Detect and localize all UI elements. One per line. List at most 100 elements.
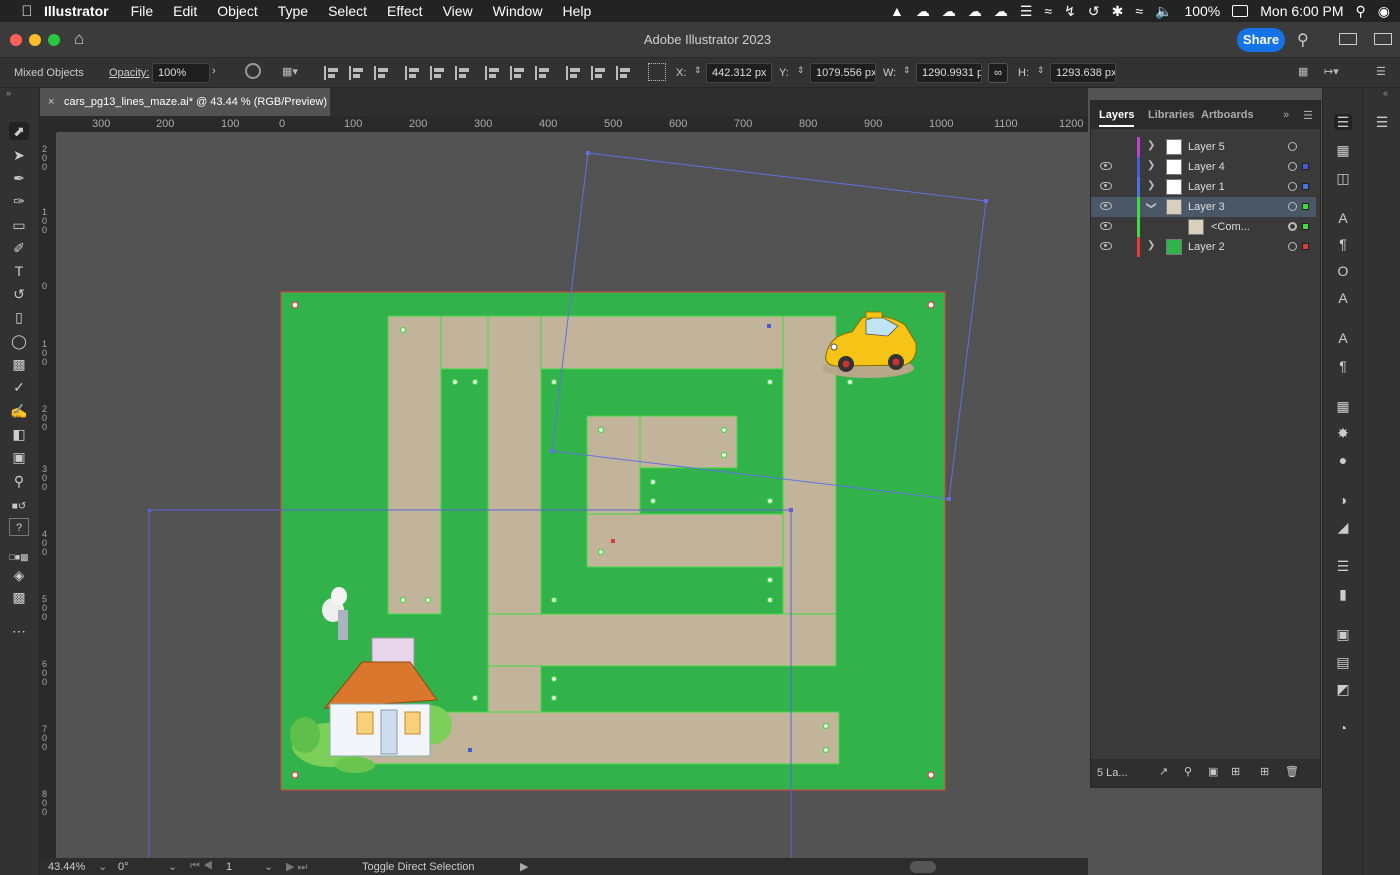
menu-object[interactable]: Object bbox=[217, 3, 257, 19]
w-field[interactable]: 1290.9931 p bbox=[916, 63, 982, 83]
maze-path-segment[interactable] bbox=[387, 315, 837, 370]
recolor-icon[interactable] bbox=[245, 63, 261, 79]
layer-name[interactable]: Layer 5 bbox=[1188, 141, 1225, 153]
time-machine-icon[interactable]: ↺ bbox=[1088, 3, 1100, 20]
document-tab[interactable]: × cars_pg13_lines_maze.ai* @ 43.44 % (RG… bbox=[40, 88, 330, 116]
layer-row[interactable]: ❯ Layer 5 bbox=[1091, 137, 1316, 157]
tab-artboards[interactable]: Artboards bbox=[1201, 109, 1254, 121]
canvas[interactable] bbox=[57, 133, 1088, 858]
target-circle-icon[interactable] bbox=[1288, 242, 1297, 251]
align-vertical-center-icon[interactable] bbox=[430, 66, 446, 80]
appearance-icon[interactable]: ◔ bbox=[1334, 720, 1352, 736]
align-top-icon[interactable] bbox=[405, 66, 421, 80]
maze-path-segment[interactable] bbox=[586, 513, 784, 568]
type-tool-icon[interactable]: T bbox=[9, 262, 29, 280]
visibility-eye-icon[interactable] bbox=[1100, 242, 1112, 250]
distribute-center-icon[interactable] bbox=[510, 66, 526, 80]
x-field[interactable]: 442.312 px bbox=[706, 63, 772, 83]
menu-edit[interactable]: Edit bbox=[173, 3, 197, 19]
new-sublayer-icon[interactable]: ⊞ bbox=[1231, 765, 1240, 778]
align-right-icon[interactable] bbox=[374, 66, 390, 80]
layer-name[interactable]: Layer 2 bbox=[1188, 241, 1225, 253]
align-to-selection-icon[interactable]: ▦▾ bbox=[282, 65, 298, 78]
target-circle-icon[interactable] bbox=[1288, 202, 1297, 211]
layer-name[interactable]: Layer 1 bbox=[1188, 181, 1225, 193]
rectangle-tool-icon[interactable]: ▭ bbox=[9, 216, 29, 234]
puppet-warp-tool-icon[interactable]: ✍ bbox=[9, 402, 29, 420]
close-tab-icon[interactable]: × bbox=[48, 88, 54, 116]
transform-icon[interactable]: ▦ bbox=[1298, 65, 1308, 78]
edit-toolbar-icon[interactable]: ⋯ bbox=[9, 622, 29, 640]
visibility-eye-icon[interactable] bbox=[1100, 162, 1112, 170]
share-button[interactable]: Share bbox=[1237, 28, 1285, 52]
visibility-eye-icon[interactable] bbox=[1100, 182, 1112, 190]
selection-square-icon[interactable] bbox=[1302, 183, 1309, 190]
gradient-tool-icon[interactable]: ▩ bbox=[9, 355, 29, 373]
stack-icon[interactable]: ☰ bbox=[1020, 3, 1033, 20]
paragraph-icon[interactable]: ¶ bbox=[1334, 236, 1352, 252]
distribute-top-icon[interactable] bbox=[485, 66, 501, 80]
layer-row[interactable]: ❯ Layer 2 bbox=[1091, 237, 1316, 257]
menu-help[interactable]: Help bbox=[562, 3, 591, 19]
pathfinder-icon[interactable]: ◩ bbox=[1334, 681, 1352, 697]
distribute-right-icon[interactable] bbox=[616, 66, 632, 80]
opacity-field[interactable]: 100% bbox=[152, 63, 210, 83]
clock[interactable]: Mon 6:00 PM bbox=[1260, 3, 1343, 19]
color-icon[interactable]: ◑ bbox=[1334, 492, 1352, 508]
app-menu[interactable]: Illustrator bbox=[44, 3, 109, 19]
y-stepper-icon[interactable]: ⇕ bbox=[797, 65, 805, 76]
fill-stroke-swap-icon[interactable]: ■↺ bbox=[9, 498, 29, 516]
paragraph-styles-icon[interactable]: ¶ bbox=[1334, 358, 1352, 374]
layer-row[interactable]: ❯ Layer 4 bbox=[1091, 157, 1316, 177]
expand-chevron-icon[interactable]: ❯ bbox=[1147, 160, 1155, 171]
cloud-sync-icon[interactable]: ☁ bbox=[968, 3, 982, 20]
draw-mode-icon[interactable]: ◈ bbox=[9, 566, 29, 584]
expand-dock-icon[interactable]: « bbox=[1383, 88, 1388, 98]
visibility-eye-icon[interactable] bbox=[1100, 202, 1112, 210]
h-stepper-icon[interactable]: ⇕ bbox=[1037, 65, 1045, 76]
distribute-hcenter-icon[interactable] bbox=[591, 66, 607, 80]
target-circle-icon[interactable] bbox=[1288, 182, 1297, 191]
align-horizontal-center-icon[interactable] bbox=[349, 66, 365, 80]
wifi-icon[interactable]: ≈ bbox=[1135, 3, 1143, 19]
tab-libraries[interactable]: Libraries bbox=[1148, 109, 1194, 121]
arrange-documents-icon[interactable] bbox=[1339, 33, 1357, 45]
zoom-tool-icon[interactable]: ⚲ bbox=[9, 472, 29, 490]
bluetooth-icon[interactable]: ✱ bbox=[1112, 3, 1124, 20]
horizontal-scroll-thumb[interactable] bbox=[910, 861, 936, 873]
artboard-chevron-icon[interactable]: ⌄ bbox=[264, 860, 273, 873]
panel-collapse-icon[interactable]: » bbox=[1283, 109, 1289, 121]
stroke-icon[interactable]: ☰ bbox=[1334, 558, 1352, 574]
sublayer-name[interactable]: <Com... bbox=[1211, 221, 1250, 233]
selection-handle[interactable] bbox=[789, 508, 793, 512]
expand-chevron-icon[interactable]: ❯ bbox=[1147, 240, 1155, 251]
x-stepper-icon[interactable]: ⇕ bbox=[694, 65, 702, 76]
layers-panel-icon[interactable]: ☰ bbox=[1334, 114, 1352, 130]
menu-view[interactable]: View bbox=[443, 3, 473, 19]
character-icon[interactable]: A bbox=[1334, 210, 1352, 226]
layer-name[interactable]: Layer 3 bbox=[1188, 201, 1225, 213]
status-menu-icon[interactable]: ▲ bbox=[890, 3, 904, 19]
search-icon[interactable]: ⚲ bbox=[1297, 30, 1309, 50]
clipping-mask-icon[interactable]: ▣ bbox=[1208, 765, 1218, 778]
eyedropper-tool-icon[interactable]: ✓ bbox=[9, 378, 29, 396]
isolate-icon[interactable]: ↦▾ bbox=[1324, 65, 1339, 78]
distribute-bottom-icon[interactable] bbox=[535, 66, 551, 80]
menu-effect[interactable]: Effect bbox=[387, 3, 423, 19]
opacity-chevron-icon[interactable]: › bbox=[212, 65, 216, 77]
eraser-tool-icon[interactable]: ▯ bbox=[9, 308, 29, 326]
vertical-ruler[interactable]: 200 100 0 100 200 300 400 500 600 700 800 bbox=[40, 133, 57, 858]
cloud-upload-icon[interactable]: ☁ bbox=[994, 3, 1008, 20]
cloud-icon[interactable]: ☁ bbox=[942, 3, 956, 20]
constrain-proportions-icon[interactable]: ∞ bbox=[988, 63, 1008, 83]
siri-icon[interactable]: ◉ bbox=[1378, 3, 1390, 20]
ruler-origin[interactable] bbox=[40, 116, 57, 133]
rotate-tool-icon[interactable]: ↺ bbox=[9, 285, 29, 303]
reference-point-icon[interactable] bbox=[648, 63, 666, 81]
target-circle-icon[interactable] bbox=[1288, 222, 1297, 231]
panel-menu-icon[interactable]: ☰ bbox=[1303, 109, 1313, 122]
horizontal-ruler[interactable]: 300 200 100 0 100 200 300 400 500 600 700 800 900 100… bbox=[57, 116, 1088, 133]
artboard-tool-icon[interactable]: ▣ bbox=[9, 448, 29, 466]
menu-file[interactable]: File bbox=[131, 3, 154, 19]
align-icon[interactable]: ▤ bbox=[1334, 654, 1352, 670]
